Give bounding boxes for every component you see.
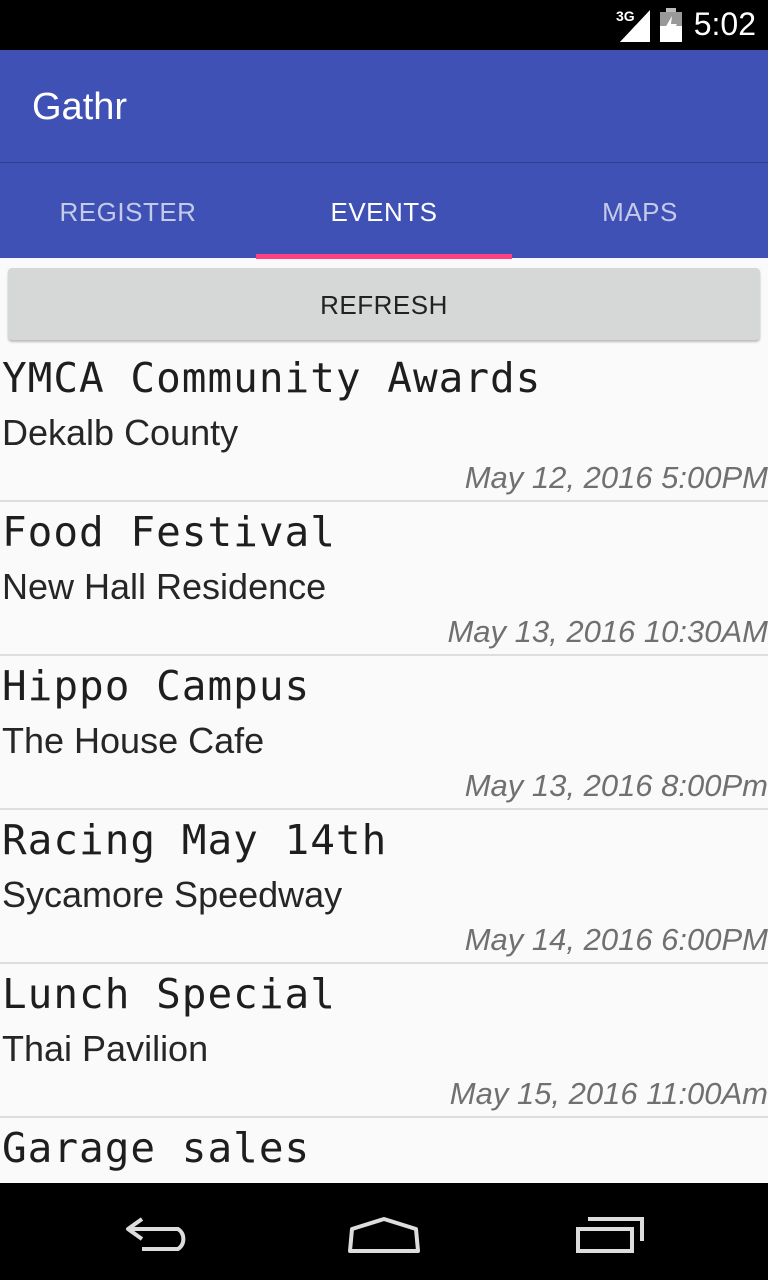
event-datetime: May 12, 2016 5:00PM bbox=[464, 460, 768, 495]
back-icon[interactable] bbox=[122, 1213, 196, 1253]
event-title: Garage sales bbox=[2, 1124, 311, 1172]
event-list[interactable]: YMCA Community Awards Dekalb County May … bbox=[0, 348, 768, 1183]
list-item[interactable]: Racing May 14th Sycamore Speedway May 14… bbox=[0, 810, 768, 964]
list-item[interactable]: Food Festival New Hall Residence May 13,… bbox=[0, 502, 768, 656]
event-datetime: May 13, 2016 8:00Pm bbox=[464, 768, 768, 803]
event-venue: Sycamore Speedway bbox=[2, 874, 343, 915]
signal-icon bbox=[620, 10, 650, 42]
tab-register[interactable]: REGISTER bbox=[0, 163, 256, 259]
list-item[interactable]: Garage sales bbox=[0, 1118, 768, 1183]
status-bar: 3G 5:02 bbox=[0, 0, 768, 50]
home-icon[interactable] bbox=[346, 1215, 422, 1255]
tab-maps[interactable]: MAPS bbox=[512, 163, 768, 259]
list-item[interactable]: Lunch Special Thai Pavilion May 15, 2016… bbox=[0, 964, 768, 1118]
battery-charging-icon bbox=[660, 8, 682, 42]
event-venue: The House Cafe bbox=[2, 720, 265, 761]
event-datetime: May 13, 2016 10:30AM bbox=[447, 614, 768, 649]
event-title: Food Festival bbox=[2, 508, 336, 556]
navigation-bar bbox=[0, 1183, 768, 1280]
event-venue: New Hall Residence bbox=[2, 566, 327, 607]
tab-bar: REGISTER EVENTS MAPS bbox=[0, 162, 768, 259]
event-title: Lunch Special bbox=[2, 970, 336, 1018]
event-title: YMCA Community Awards bbox=[2, 354, 542, 402]
app-title: Gathr bbox=[32, 86, 128, 128]
event-datetime: May 15, 2016 11:00Am bbox=[449, 1076, 768, 1111]
status-clock: 5:02 bbox=[693, 6, 756, 42]
event-datetime: May 14, 2016 6:00PM bbox=[464, 922, 768, 957]
event-title: Hippo Campus bbox=[2, 662, 311, 710]
event-venue: Thai Pavilion bbox=[2, 1028, 209, 1069]
app-bar: Gathr bbox=[0, 50, 768, 162]
recents-icon[interactable] bbox=[574, 1215, 646, 1255]
event-venue: Dekalb County bbox=[2, 412, 239, 453]
tab-events[interactable]: EVENTS bbox=[256, 163, 512, 259]
tab-indicator bbox=[256, 254, 512, 259]
list-item[interactable]: Hippo Campus The House Cafe May 13, 2016… bbox=[0, 656, 768, 810]
list-item[interactable]: YMCA Community Awards Dekalb County May … bbox=[0, 348, 768, 502]
event-title: Racing May 14th bbox=[2, 816, 388, 864]
refresh-button[interactable]: REFRESH bbox=[8, 268, 760, 340]
